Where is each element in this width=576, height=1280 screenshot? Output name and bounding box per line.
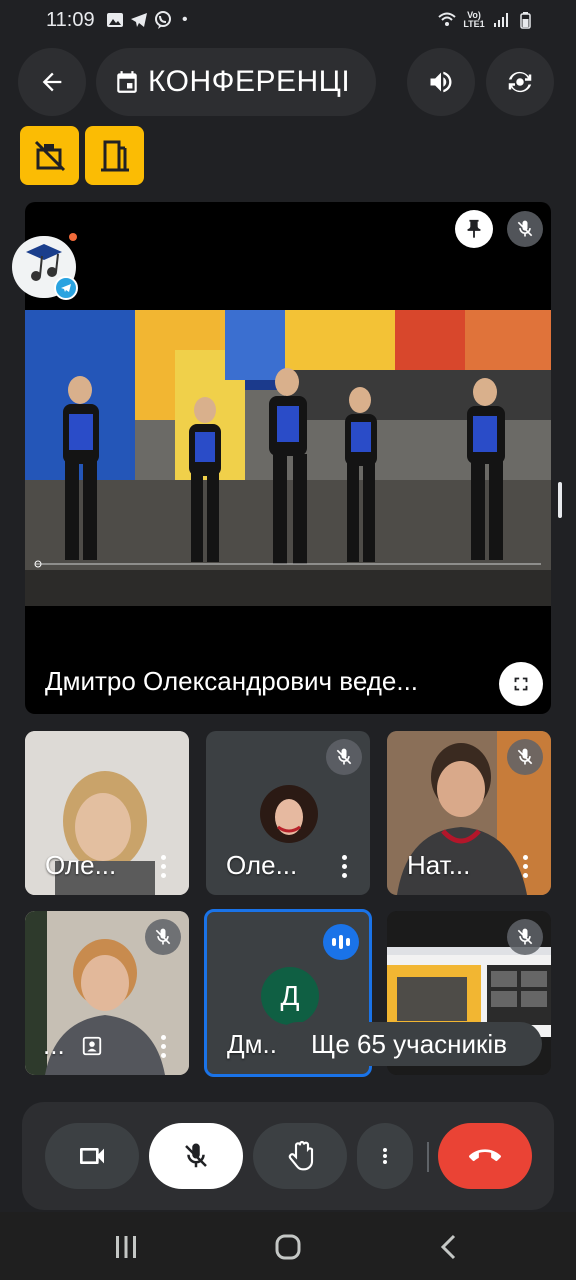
status-dot: • <box>182 11 188 28</box>
gallery-icon <box>107 13 123 27</box>
mic-off-indicator <box>145 919 181 955</box>
recent-apps-icon[interactable] <box>114 1234 138 1260</box>
mic-off-indicator <box>507 919 543 955</box>
call-controls <box>22 1102 554 1210</box>
main-mic-off-indicator <box>507 211 543 247</box>
door-icon <box>100 140 129 171</box>
participant-initial-avatar: Д <box>261 967 319 1025</box>
raise-hand-button[interactable] <box>253 1123 347 1189</box>
home-icon[interactable] <box>274 1233 302 1261</box>
meeting-title[interactable]: КОНФЕРЕНЦІ <box>96 48 376 116</box>
status-bar: 11:09 • Vo) LTE1 <box>0 0 576 42</box>
participant-tile-2[interactable]: Оле... <box>206 731 370 895</box>
pin-icon <box>467 219 481 239</box>
hang-up-button[interactable] <box>438 1123 532 1189</box>
participant-tile-4[interactable]: ... <box>25 911 189 1075</box>
mic-off-indicator <box>507 739 543 775</box>
scrollbar-thumb[interactable] <box>558 482 562 518</box>
frame-person-icon[interactable] <box>81 1035 103 1057</box>
no-room-button[interactable] <box>20 126 79 185</box>
participant-more-button[interactable] <box>161 855 167 879</box>
notification-dot <box>69 233 77 241</box>
participant-name: Оле... <box>45 850 117 880</box>
speaker-icon <box>430 71 452 93</box>
back-nav-icon[interactable] <box>438 1234 460 1260</box>
telegram-icon <box>131 13 147 27</box>
mic-toggle-button[interactable] <box>149 1123 243 1189</box>
participant-more-button[interactable] <box>342 855 348 879</box>
call-end-icon <box>469 1149 501 1162</box>
video-camera-icon <box>80 1148 104 1164</box>
arrow-back-icon <box>42 72 62 92</box>
back-button[interactable] <box>18 48 86 116</box>
mic-off-icon <box>517 928 533 945</box>
pin-button[interactable] <box>455 210 493 248</box>
mic-off-icon <box>155 928 171 945</box>
more-participants-button[interactable]: Ще 65 учасників <box>276 1022 542 1066</box>
more-vert-icon <box>383 1148 387 1164</box>
no-room-icon <box>34 140 65 171</box>
mic-off-indicator <box>326 739 362 775</box>
mic-off-icon <box>336 748 352 765</box>
speaking-indicator <box>323 924 359 960</box>
fullscreen-button[interactable] <box>499 662 543 706</box>
network-type: Vo) LTE1 <box>463 10 485 29</box>
more-options-button[interactable] <box>357 1123 413 1189</box>
shared-video <box>25 310 551 606</box>
notification-icons: • <box>106 11 188 29</box>
viber-icon <box>155 11 171 29</box>
system-nav-bar <box>0 1212 576 1280</box>
system-icons: Vo) LTE1 <box>438 11 534 29</box>
main-participant-name: Дмитро Олександрович веде... <box>45 666 419 696</box>
participant-more-button[interactable] <box>161 1035 167 1059</box>
controls-divider <box>427 1142 429 1172</box>
calendar-icon <box>117 71 137 93</box>
raise-hand-icon <box>288 1140 314 1171</box>
participant-name: ... <box>43 1030 65 1060</box>
participant-name: Нат... <box>407 850 471 880</box>
fullscreen-icon <box>514 677 528 691</box>
participant-avatar <box>260 785 318 843</box>
wifi-icon <box>438 12 456 26</box>
meeting-title-text: КОНФЕРЕНЦІ <box>148 65 351 98</box>
signal-icon <box>494 13 508 27</box>
audio-output-button[interactable] <box>407 48 475 116</box>
telegram-badge <box>54 276 78 300</box>
battery-icon <box>520 12 531 29</box>
main-video-tile[interactable]: Дмитро Олександрович веде... <box>25 202 551 714</box>
participant-name: Оле... <box>226 850 298 880</box>
participant-tile-1[interactable]: Оле... <box>25 731 189 895</box>
camera-button[interactable] <box>45 1123 139 1189</box>
telegram-icon <box>61 284 71 292</box>
participant-tile-3[interactable]: Нат... <box>387 731 551 895</box>
switch-camera-icon <box>508 71 532 93</box>
door-button[interactable] <box>85 126 144 185</box>
mic-off-icon <box>185 1143 207 1168</box>
switch-camera-button[interactable] <box>486 48 554 116</box>
mic-off-icon <box>517 748 533 765</box>
participant-more-button[interactable] <box>523 855 529 879</box>
mic-off-icon <box>517 220 533 237</box>
status-time: 11:09 <box>46 9 95 31</box>
